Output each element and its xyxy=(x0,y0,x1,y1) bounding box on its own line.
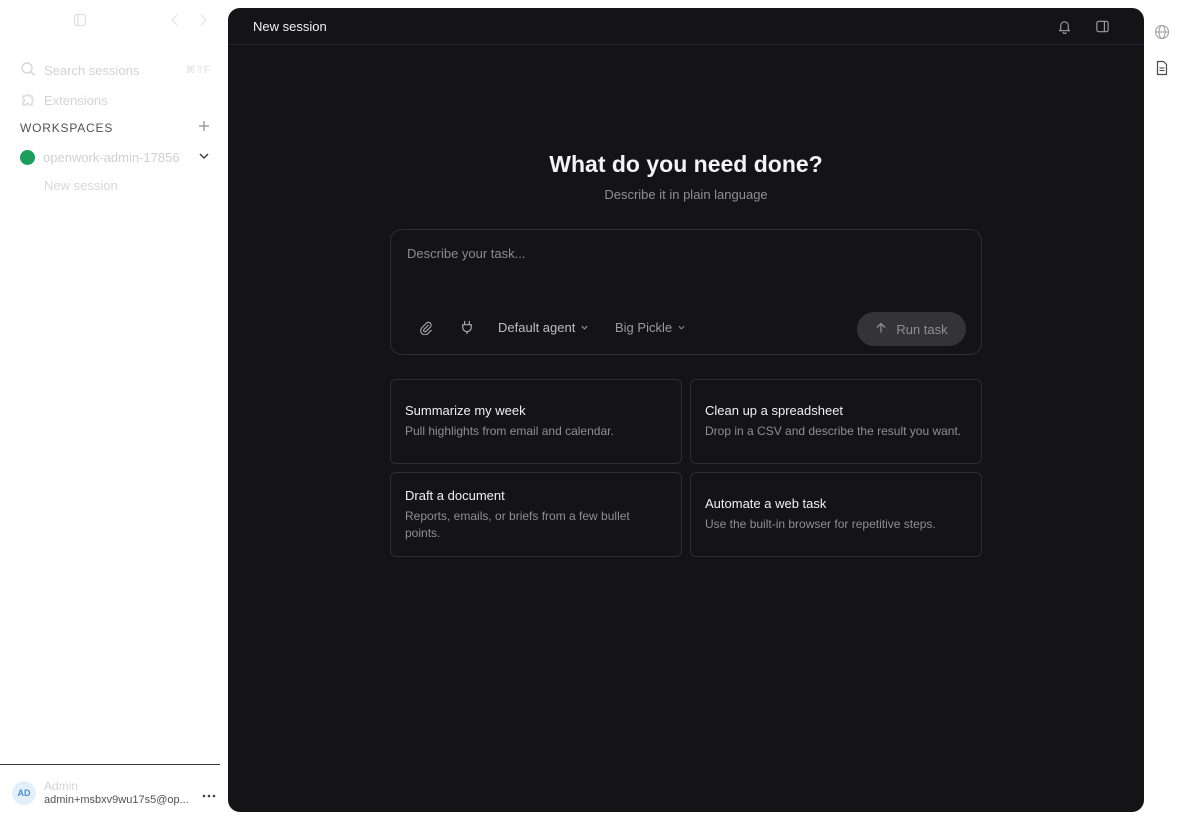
hero-title: What do you need done? xyxy=(549,151,823,177)
sidebar-toggle-icon[interactable] xyxy=(73,13,87,32)
sidebar-divider xyxy=(0,764,220,765)
session-title: New session xyxy=(253,19,327,34)
sidebar: Search sessions ⌘⇧F Extensions WORKSPACE… xyxy=(0,0,220,820)
workspaces-header: WORKSPACES xyxy=(20,119,210,137)
model-select-value: Big Pickle xyxy=(615,320,673,335)
suggestion-card[interactable]: Automate a web task Use the built-in bro… xyxy=(690,472,982,557)
chevron-down-icon xyxy=(677,320,686,335)
task-input[interactable] xyxy=(407,242,967,264)
arrow-up-icon xyxy=(875,322,887,337)
plug-icon[interactable] xyxy=(460,320,474,340)
suggestion-card[interactable]: Draft a document Reports, emails, or bri… xyxy=(390,472,682,557)
suggestion-card[interactable]: Clean up a spreadsheet Drop in a CSV and… xyxy=(690,379,982,464)
puzzle-icon xyxy=(20,91,36,110)
workspace-session-item[interactable]: New session xyxy=(44,178,118,193)
forward-icon[interactable] xyxy=(198,13,208,32)
user-info: Admin admin+msbxv9wu17s5@op... xyxy=(44,779,190,807)
run-task-button[interactable]: Run task xyxy=(857,312,966,346)
workspace-item[interactable]: openwork-admin-17856 xyxy=(20,147,210,167)
hero-subtitle: Describe it in plain language xyxy=(604,187,768,202)
suggestion-title: Automate a web task xyxy=(705,496,827,511)
suggestion-title: Draft a document xyxy=(405,487,505,503)
panel-icon[interactable] xyxy=(1095,19,1110,39)
avatar: AD xyxy=(12,781,36,805)
task-composer: Default agent Big Pickle Run task xyxy=(390,229,982,355)
agent-select-value: Default agent xyxy=(498,320,576,335)
suggestion-description: Reports, emails, or briefs from a few bu… xyxy=(405,508,630,540)
document-icon[interactable] xyxy=(1154,60,1170,81)
suggestion-card[interactable]: Summarize my week Pull highlights from e… xyxy=(390,379,682,464)
session-header: New session xyxy=(228,8,1144,45)
main-panel: New session What do you need done? Descr… xyxy=(228,8,1144,812)
suggestion-description: Pull highlights from email and calendar. xyxy=(405,424,614,438)
user-account[interactable]: AD Admin admin+msbxv9wu17s5@op... xyxy=(12,778,216,808)
workspaces-label: WORKSPACES xyxy=(20,121,114,135)
sidebar-item-extensions[interactable]: Extensions xyxy=(20,89,210,111)
agent-select[interactable]: Default agent xyxy=(498,320,589,335)
workspace-name: openwork-admin-17856 xyxy=(43,149,180,165)
user-name: Admin xyxy=(44,779,79,793)
extensions-label: Extensions xyxy=(44,92,108,108)
chevron-down-icon[interactable] xyxy=(198,150,210,165)
search-placeholder: Search sessions xyxy=(44,62,140,78)
run-task-label: Run task xyxy=(896,321,948,337)
sidebar-top-controls xyxy=(0,10,220,30)
more-icon[interactable] xyxy=(202,785,216,801)
model-select[interactable]: Big Pickle xyxy=(615,320,686,335)
search-sessions[interactable]: Search sessions ⌘⇧F xyxy=(20,59,210,81)
plus-icon[interactable] xyxy=(198,120,210,136)
user-email: admin+msbxv9wu17s5@op... xyxy=(44,794,189,806)
workspace-status-dot xyxy=(20,149,35,165)
chevron-down-icon xyxy=(580,320,589,335)
search-icon xyxy=(20,61,36,80)
suggestion-description: Use the built-in browser for repetitive … xyxy=(705,517,936,531)
suggestion-title: Summarize my week xyxy=(405,403,526,418)
back-icon[interactable] xyxy=(170,13,180,32)
suggestion-title: Clean up a spreadsheet xyxy=(705,403,844,418)
bell-icon[interactable] xyxy=(1057,19,1072,39)
globe-icon[interactable] xyxy=(1154,24,1170,45)
paperclip-icon[interactable] xyxy=(418,320,433,340)
search-shortcut: ⌘⇧F xyxy=(185,64,211,76)
suggestion-description: Drop in a CSV and describe the result yo… xyxy=(705,424,962,438)
